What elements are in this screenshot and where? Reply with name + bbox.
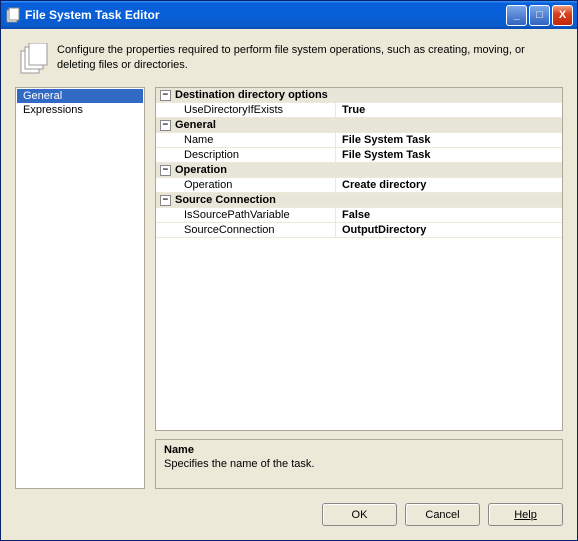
sidebar: General Expressions <box>15 87 145 489</box>
property-name: Operation <box>156 178 336 192</box>
sidebar-item-label: General <box>23 90 62 102</box>
help-button-label: Help <box>514 509 537 521</box>
property-value[interactable]: True <box>336 103 562 117</box>
category-general: − General <box>156 118 562 133</box>
dialog-window: File System Task Editor _ □ X Configure … <box>0 0 578 541</box>
titlebar: File System Task Editor _ □ X <box>1 1 577 29</box>
sidebar-item-label: Expressions <box>23 104 83 116</box>
category-label: Operation <box>175 164 227 176</box>
property-value[interactable]: File System Task <box>336 133 562 147</box>
property-row[interactable]: Operation Create directory <box>156 178 562 193</box>
property-name: Name <box>156 133 336 147</box>
category-source-connection: − Source Connection <box>156 193 562 208</box>
category-label: General <box>175 119 216 131</box>
app-icon <box>5 7 21 23</box>
description-body: Specifies the name of the task. <box>164 458 554 470</box>
description-pane: Name Specifies the name of the task. <box>155 439 563 489</box>
category-label: Source Connection <box>175 194 276 206</box>
property-name: SourceConnection <box>156 223 336 237</box>
header-row: Configure the properties required to per… <box>15 39 563 87</box>
property-row[interactable]: Description File System Task <box>156 148 562 163</box>
header-description: Configure the properties required to per… <box>57 43 561 73</box>
property-row[interactable]: SourceConnection OutputDirectory <box>156 223 562 238</box>
collapse-icon[interactable]: − <box>160 120 171 131</box>
maximize-button[interactable]: □ <box>529 5 550 26</box>
category-label: Destination directory options <box>175 89 328 101</box>
category-destination-options: − Destination directory options <box>156 88 562 103</box>
description-title: Name <box>164 444 554 456</box>
button-row: OK Cancel Help <box>15 489 563 526</box>
ok-button[interactable]: OK <box>322 503 397 526</box>
close-button[interactable]: X <box>552 5 573 26</box>
cancel-button[interactable]: Cancel <box>405 503 480 526</box>
close-icon: X <box>559 9 566 21</box>
property-value[interactable]: False <box>336 208 562 222</box>
window-title: File System Task Editor <box>25 8 506 22</box>
collapse-icon[interactable]: − <box>160 90 171 101</box>
window-buttons: _ □ X <box>506 5 573 26</box>
property-name: UseDirectoryIfExists <box>156 103 336 117</box>
sidebar-item-expressions[interactable]: Expressions <box>17 103 143 117</box>
property-name: IsSourcePathVariable <box>156 208 336 222</box>
property-name: Description <box>156 148 336 162</box>
collapse-icon[interactable]: − <box>160 165 171 176</box>
file-system-icon <box>17 43 49 75</box>
minimize-button[interactable]: _ <box>506 5 527 26</box>
property-grid: − Destination directory options UseDirec… <box>155 87 563 431</box>
right-column: − Destination directory options UseDirec… <box>155 87 563 489</box>
property-value[interactable]: File System Task <box>336 148 562 162</box>
property-value[interactable]: OutputDirectory <box>336 223 562 237</box>
dialog-content: Configure the properties required to per… <box>1 29 577 540</box>
collapse-icon[interactable]: − <box>160 195 171 206</box>
sidebar-item-general[interactable]: General <box>17 89 143 103</box>
help-button[interactable]: Help <box>488 503 563 526</box>
minimize-icon: _ <box>513 9 519 21</box>
property-value[interactable]: Create directory <box>336 178 562 192</box>
property-row[interactable]: UseDirectoryIfExists True <box>156 103 562 118</box>
maximize-icon: □ <box>536 9 543 21</box>
property-row[interactable]: IsSourcePathVariable False <box>156 208 562 223</box>
main-row: General Expressions − Destination direct… <box>15 87 563 489</box>
property-row[interactable]: Name File System Task <box>156 133 562 148</box>
category-operation: − Operation <box>156 163 562 178</box>
